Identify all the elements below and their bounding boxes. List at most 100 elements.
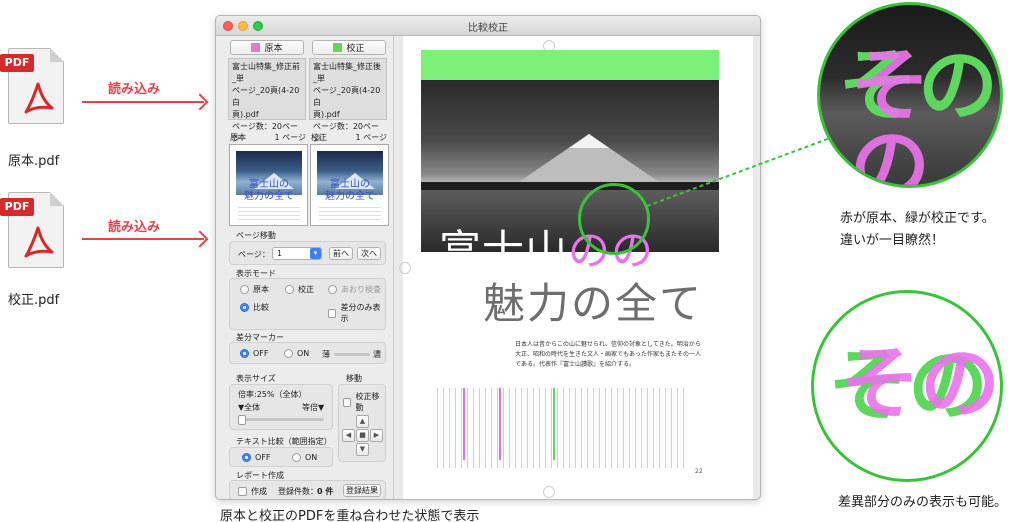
arrow-down-icon[interactable]: ▼: [356, 443, 369, 456]
marker-slider[interactable]: [334, 353, 370, 356]
original-file-info: 富士山特集_修正前_単 ページ_20頁(4-20白 頁).pdf ページ数：20…: [228, 58, 306, 143]
headline-text: 富士山: [439, 226, 569, 275]
diff-only-checkbox[interactable]: 差分のみ表示: [328, 302, 385, 324]
proof-button[interactable]: 校正: [312, 40, 386, 55]
radio-icon: [284, 349, 293, 358]
mode-original-radio[interactable]: 原本: [240, 284, 269, 295]
top-caption-line-2: 違いが一目瞭然！: [840, 233, 945, 248]
load-arrow-2: [82, 238, 204, 240]
original-pdf-label: 原本.pdf: [8, 154, 60, 169]
proof-info-line: ページ_20頁(4-20白: [313, 86, 381, 107]
crop-mark-icon: [399, 262, 411, 274]
sidebar: 原本 校正 富士山特集_修正前_単 ページ_20頁(4-20白 頁).pdf ペ…: [216, 36, 394, 499]
mode-aori-label: あおり検査: [341, 285, 381, 294]
mode-compare-label: 比較: [253, 303, 269, 312]
original-info-line: 頁).pdf: [232, 110, 259, 119]
chevron-down-icon: ▾: [310, 248, 321, 259]
marker-off-label: OFF: [253, 349, 269, 358]
arrow-left-icon[interactable]: ◀: [342, 429, 355, 442]
diff-text-column: [553, 388, 555, 460]
load-arrow-1: [82, 101, 204, 103]
diff-text-column: [463, 388, 465, 460]
load-label-1: 読み込み: [108, 82, 161, 97]
proof-pdf-file[interactable]: PDF: [0, 192, 64, 272]
mode-original-label: 原本: [253, 285, 269, 294]
original-info-line: 富士山特集_修正前_単: [232, 62, 300, 83]
pdf-tag: PDF: [0, 198, 34, 216]
zoom-slider-knob[interactable]: [238, 415, 246, 425]
callout-connector: [646, 133, 842, 207]
top-caption-line-1: 赤が原本、緑が校正です。: [840, 211, 995, 226]
text-compare-off-radio[interactable]: OFF: [242, 453, 271, 462]
text-compare-label: テキスト比較（範囲指定）: [236, 437, 332, 446]
proof-info-line: 富士山特集_修正後_単: [313, 62, 381, 83]
app-window: 比較校正 原本 校正 富士山特集_修正前_単 ページ_20頁(4-20白 頁).…: [215, 15, 761, 500]
center-icon[interactable]: ■: [356, 429, 369, 442]
display-size-label: 表示サイズ: [236, 374, 276, 383]
original-thumbnail[interactable]: 富士山の 魅力の全て: [229, 144, 308, 226]
mode-aori-radio[interactable]: あおり検査: [328, 284, 381, 295]
move-label: 移動: [346, 374, 362, 383]
zoom-callout-bottom: その その: [811, 290, 1003, 482]
acrobat-icon: [24, 226, 54, 258]
page-select[interactable]: 1 ▾: [272, 247, 322, 260]
zoom-callout-top: その その: [817, 2, 1003, 188]
original-button[interactable]: 原本: [230, 40, 304, 55]
proof-move-checkbox[interactable]: 校正移動: [343, 391, 385, 413]
proof-pdf-label: 校正.pdf: [8, 293, 60, 308]
thumbnail-title: 富士山の 魅力の全て: [244, 179, 294, 202]
radio-icon: [292, 453, 301, 462]
report-results-button[interactable]: 登録結果: [343, 484, 381, 497]
radio-icon: [328, 285, 337, 294]
marker-on-label: ON: [297, 349, 310, 358]
arrow-right-icon[interactable]: ▶: [370, 429, 383, 442]
report-create-checkbox[interactable]: 作成: [238, 486, 267, 497]
page-prefix: ページ：: [238, 250, 270, 259]
radio-selected-icon: [242, 453, 251, 462]
prev-page-button[interactable]: 前へ: [329, 247, 353, 260]
mode-proof-label: 校正: [298, 285, 314, 294]
text-compare-on-radio[interactable]: ON: [292, 453, 317, 462]
diff-only-label: 差分のみ表示: [340, 303, 381, 323]
next-page-button[interactable]: 次へ: [357, 247, 381, 260]
titlebar: 比較校正: [216, 16, 760, 36]
text-compare-on-label: ON: [305, 453, 318, 462]
radio-icon: [240, 285, 249, 294]
report-create-label: 作成: [251, 487, 267, 496]
thumbnail-text-lines: [238, 207, 300, 223]
document-page: 富士山のの 魅力の全て 日本人は昔からこの山に魅せられ、信仰の対象としてきた。明…: [399, 36, 753, 499]
zoom-slider[interactable]: [240, 418, 324, 421]
original-pdf-file[interactable]: PDF: [0, 48, 64, 128]
original-page-label: 原本: [230, 133, 246, 142]
marker-on-radio[interactable]: ON: [284, 349, 309, 358]
proof-thumbnail[interactable]: 富士山の 魅力の全て: [310, 144, 389, 226]
mode-proof-radio[interactable]: 校正: [285, 284, 314, 295]
marker-off-radio[interactable]: OFF: [240, 349, 269, 358]
thumbnail-title: 富士山の 魅力の全て: [325, 179, 375, 202]
pdf-tag: PDF: [0, 54, 34, 72]
document-viewer[interactable]: 富士山のの 魅力の全て 日本人は昔からこの山に魅せられ、信仰の対象としてきた。明…: [395, 36, 760, 499]
bottom-right-caption: 差異部分のみの表示も可能。: [838, 495, 1008, 510]
proof-page-value: 1 ページ: [355, 133, 387, 142]
lead-paragraph: 日本人は昔からこの山に魅せられ、信仰の対象としてきた。明治から大正、昭和の時代を…: [515, 341, 702, 368]
checkbox-icon: [238, 487, 247, 496]
checkbox-icon: [343, 397, 352, 407]
headline-line-2: 魅力の全て: [483, 279, 704, 328]
zoom-whole-label: ▼全体: [238, 403, 261, 412]
zoom-diff-text-pink: その: [840, 336, 1000, 430]
proof-page-label: 校正: [311, 133, 327, 142]
bottom-caption: 原本と校正のPDFを重ね合わせた状態で表示: [220, 509, 480, 522]
proof-info-line: 頁).pdf: [313, 110, 340, 119]
proof-button-label: 校正: [346, 44, 365, 54]
text-compare-off-label: OFF: [255, 453, 271, 462]
original-button-label: 原本: [264, 44, 283, 54]
arrow-up-icon[interactable]: ▲: [356, 415, 369, 428]
page-select-value: 1: [277, 249, 283, 258]
move-group: 校正移動 ▲ ◀ ■ ▶ ▼: [338, 384, 386, 462]
window-title: 比較校正: [468, 23, 508, 34]
display-mode-group: 原本 校正 あおり検査 比較 差分のみ表示: [229, 278, 386, 330]
mode-compare-radio[interactable]: 比較: [240, 302, 269, 313]
page-number: 22: [695, 468, 703, 475]
original-page-value: 1 ページ: [274, 133, 306, 142]
proof-swatch: [333, 43, 343, 52]
